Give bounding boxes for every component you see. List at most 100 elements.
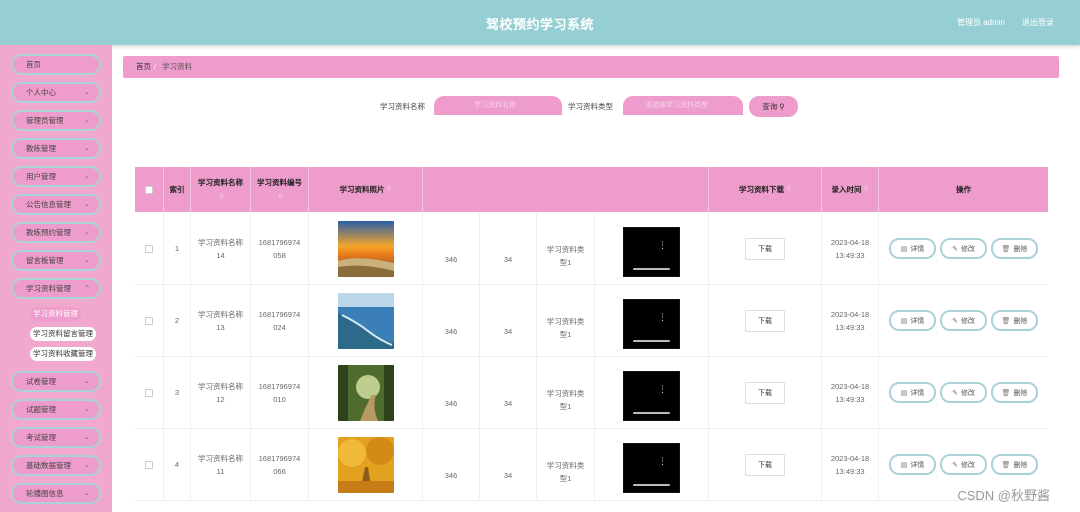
sidebar-item-coach-booking[interactable]: 教练预约管理 ⌄ [11, 222, 101, 243]
more-options-icon[interactable]: ⋮ [658, 384, 667, 394]
sidebar-item-carousel[interactable]: 轮播图信息 ⌄ [11, 483, 101, 504]
sidebar-item-exam-papers[interactable]: 试卷管理 ⌄ [11, 371, 101, 392]
edit-button[interactable]: ✎ 修改 [940, 310, 987, 331]
detail-button[interactable]: ▤ 详情 [889, 382, 936, 403]
sidebar-item-announcements[interactable]: 公告信息管理 ⌄ [11, 194, 101, 215]
delete-button-label: 删除 [1013, 245, 1028, 253]
row-checkbox[interactable] [145, 316, 153, 325]
breadcrumb-home[interactable]: 首页 [136, 62, 151, 71]
row-checkbox[interactable] [145, 460, 153, 469]
header-select-all [135, 167, 164, 212]
video-player[interactable]: ⋮ [623, 220, 680, 277]
detail-button-label: 详情 [910, 389, 925, 397]
sidebar-item-personal-center[interactable]: 个人中心 ⌄ [11, 82, 101, 103]
more-options-icon[interactable]: ⋮ [658, 456, 667, 466]
delete-button[interactable]: 🗑 删除 [991, 238, 1038, 259]
header-index[interactable]: 索引 [164, 167, 191, 212]
more-options-icon[interactable]: ⋮ [658, 312, 667, 322]
search-name-label: 学习资料名称 [380, 102, 425, 111]
index-cell: 4 [164, 429, 191, 500]
photo-cell [309, 213, 423, 284]
video-player[interactable]: ⋮ [623, 436, 680, 493]
sidebar-item-message-board[interactable]: 留言板管理 ⌄ [11, 250, 101, 271]
download-button[interactable]: 下载 [745, 237, 785, 260]
trash-icon: 🗑 [1001, 389, 1011, 397]
select-all-checkbox[interactable] [145, 185, 153, 194]
row-checkbox[interactable] [145, 244, 153, 253]
video-progress-bar[interactable] [633, 339, 670, 342]
sidebar-item-admin[interactable]: 管理员管理 ⌄ [11, 110, 101, 131]
index-cell: 2 [164, 285, 191, 356]
sidebar-item-base-data[interactable]: 基础数据管理 ⌄ [11, 455, 101, 476]
value-b-cell: 34 [480, 429, 537, 500]
sidebar-item-study-material[interactable]: 学习资料管理 ⌃ [11, 278, 101, 299]
sidebar-subitem-material-favorites[interactable]: 学习资料收藏管理 [30, 347, 96, 361]
chevron-down-icon: ⌄ [84, 490, 90, 497]
header-photo[interactable]: 学习资料照片 ⇅ [309, 167, 423, 212]
sidebar-subitem-study-material[interactable]: 学习资料管理 [30, 307, 81, 321]
more-options-icon[interactable]: ⋮ [658, 240, 667, 250]
logout-link[interactable]: 退出登录 [1022, 17, 1054, 28]
header-actions: 操作 [879, 167, 1048, 212]
detail-button[interactable]: ▤ 详情 [889, 454, 936, 475]
sidebar-item-home[interactable]: 首页 [11, 54, 101, 75]
download-button[interactable]: 下载 [745, 453, 785, 476]
breadcrumb-separator: / [154, 62, 157, 71]
chevron-down-icon: ⌄ [84, 462, 90, 469]
sort-icon: ⇅ [863, 186, 869, 192]
search-type-select[interactable] [623, 96, 743, 115]
search-name-input[interactable] [434, 96, 562, 115]
value-a-cell: 346 [423, 357, 480, 428]
delete-button[interactable]: 🗑 删除 [991, 382, 1038, 403]
sort-icon: ⇅ [386, 186, 392, 192]
video-progress-bar[interactable] [633, 483, 670, 486]
video-progress-bar[interactable] [633, 267, 670, 270]
video-progress-bar[interactable] [633, 411, 670, 414]
download-button[interactable]: 下载 [745, 309, 785, 332]
video-player[interactable]: ⋮ [623, 364, 680, 421]
sunset-beach-photo [337, 220, 394, 277]
edit-button[interactable]: ✎ 修改 [940, 454, 987, 475]
header-blank [423, 167, 709, 212]
header-number-label: 学习资料编号 [257, 177, 302, 187]
download-button[interactable]: 下载 [745, 381, 785, 404]
delete-button[interactable]: 🗑 删除 [991, 454, 1038, 475]
sidebar-subitem-material-comments[interactable]: 学习资料留言管理 [30, 327, 96, 341]
chevron-down-icon: ⌄ [84, 173, 90, 180]
edit-button[interactable]: ✎ 修改 [940, 382, 987, 403]
table-header: 索引 学习资料名称 ⇅ 学习资料编号⇅ 学习资料照片 ⇅ 学习资料下载 ⇅ 录入时间 ⇅… [135, 167, 1048, 212]
sidebar-item-label: 基础数据管理 [26, 461, 71, 470]
type-cell: 学习资料类型1 [537, 429, 595, 500]
edit-button-label: 修改 [960, 461, 975, 469]
header-download[interactable]: 学习资料下载 ⇅ [709, 167, 822, 212]
sidebar-item-questions[interactable]: 试题管理 ⌄ [11, 399, 101, 420]
pencil-icon: ✎ [952, 245, 958, 253]
row-select-cell [135, 285, 164, 356]
detail-button[interactable]: ▤ 详情 [889, 238, 936, 259]
trash-icon: 🗑 [1001, 461, 1011, 469]
delete-button[interactable]: 🗑 删除 [991, 310, 1038, 331]
header-name[interactable]: 学习资料名称 ⇅ [191, 167, 251, 212]
search-button[interactable]: 查询 ⚲ [749, 96, 798, 117]
header-photo-label: 学习资料照片 [339, 185, 385, 194]
edit-button[interactable]: ✎ 修改 [940, 238, 987, 259]
header-number[interactable]: 学习资料编号 ⇅ [251, 167, 309, 212]
value-b-cell: 34 [480, 285, 537, 356]
coastal-river-photo [337, 292, 394, 349]
value-a-cell: 346 [423, 429, 480, 500]
time-cell: 2023-04-18 13:49:33 [822, 357, 879, 428]
sidebar-item-users[interactable]: 用户管理 ⌄ [11, 166, 101, 187]
sidebar-item-coach[interactable]: 教练管理 ⌄ [11, 138, 101, 159]
detail-button[interactable]: ▤ 详情 [889, 310, 936, 331]
chevron-down-icon: ⌄ [84, 434, 90, 441]
name-cell: 学习资料名称14 [191, 213, 251, 284]
row-select-cell [135, 213, 164, 284]
row-checkbox[interactable] [145, 388, 153, 397]
autumn-trees-photo [337, 436, 394, 493]
video-player[interactable]: ⋮ [623, 292, 680, 349]
header-time[interactable]: 录入时间 ⇅ [822, 167, 879, 212]
chevron-down-icon: ⌄ [84, 378, 90, 385]
photo-cell [309, 429, 423, 500]
sidebar-item-exams[interactable]: 考试管理 ⌄ [11, 427, 101, 448]
time-cell: 2023-04-18 13:49:33 [822, 429, 879, 500]
